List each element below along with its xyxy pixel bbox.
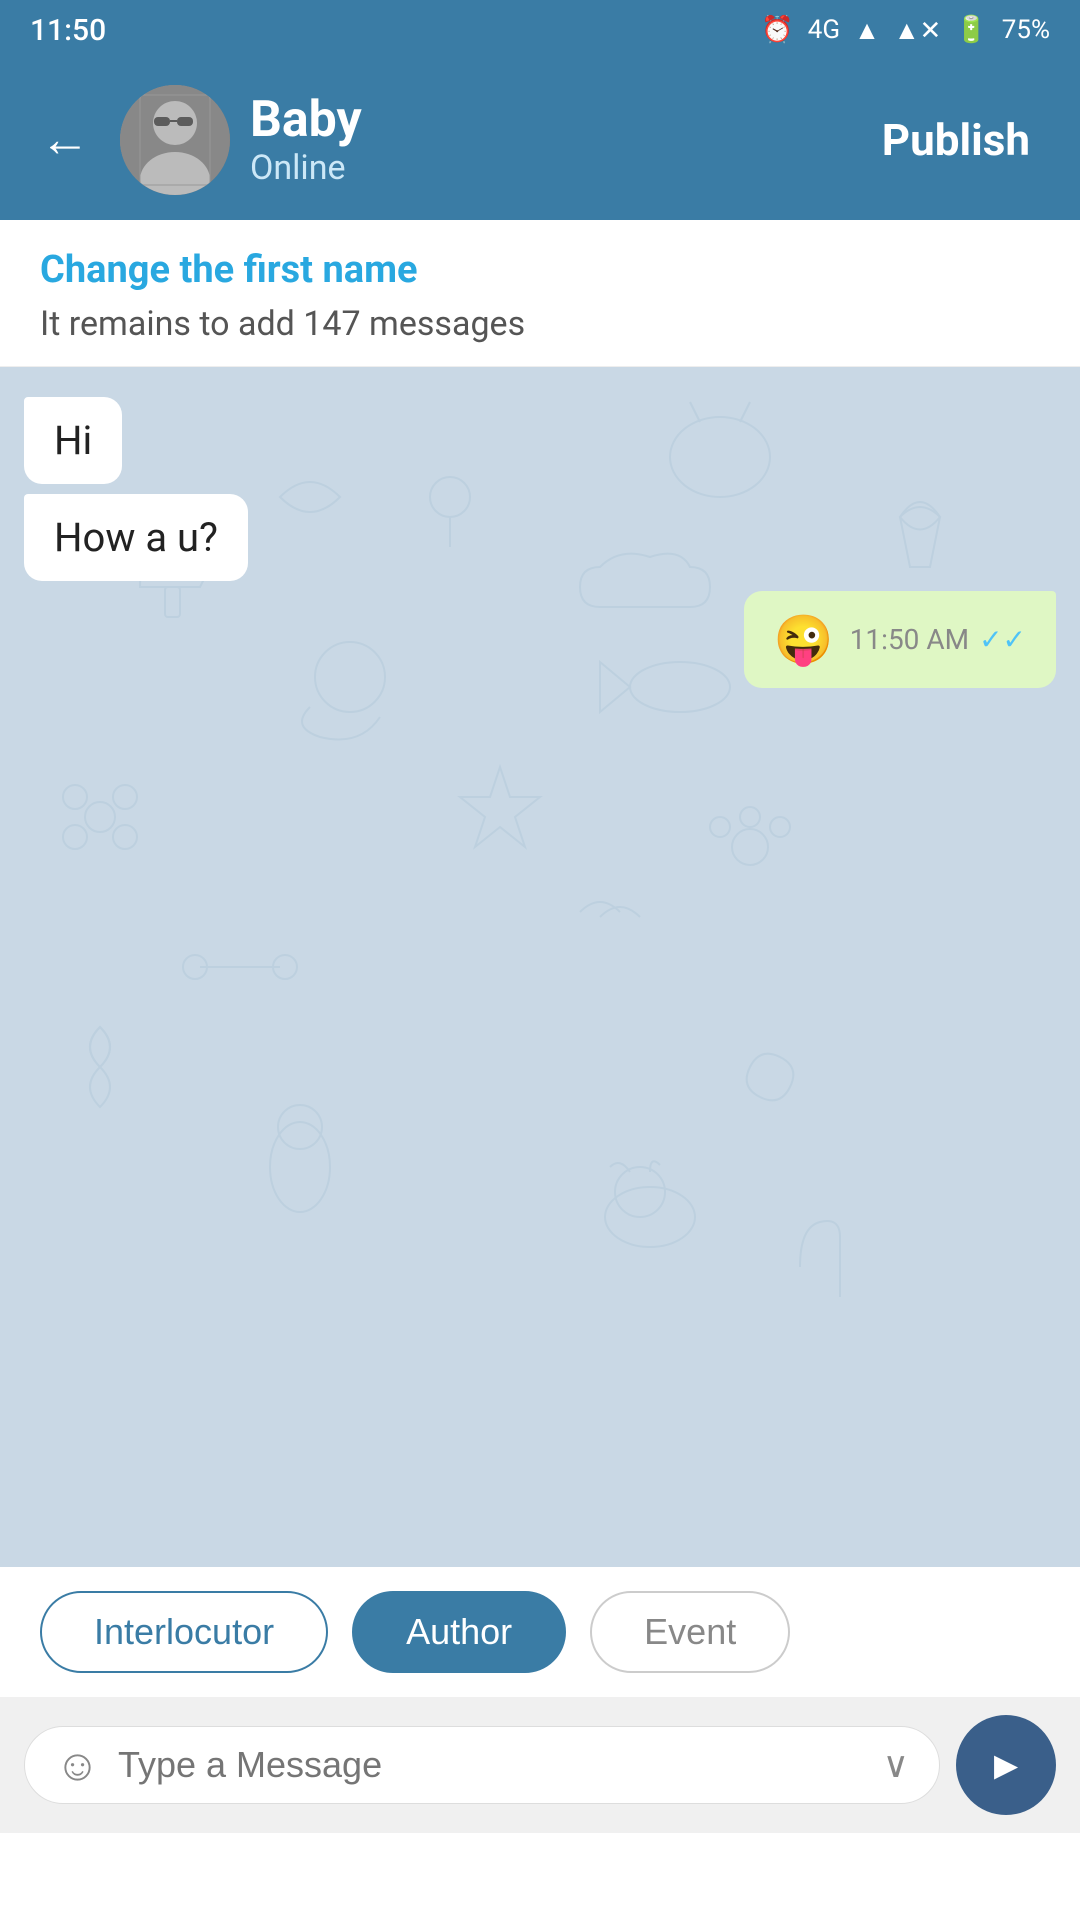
header: ← Baby Online Publish xyxy=(0,60,1080,220)
message-row-2: How a u? xyxy=(24,494,1056,581)
message-ticks-3: ✓✓ xyxy=(979,623,1026,656)
back-button[interactable]: ← xyxy=(30,105,100,175)
header-info: Baby Online xyxy=(250,93,842,188)
send-icon: ► xyxy=(986,1742,1026,1789)
message-emoji-3: 😜 xyxy=(774,611,834,668)
input-bar: ☺ ∨ ► xyxy=(0,1697,1080,1833)
message-bubble-3: 😜 11:50 AM ✓✓ xyxy=(744,591,1056,688)
author-button[interactable]: Author xyxy=(352,1591,566,1673)
chat-area: Hi How a u? 😜 11:50 AM ✓✓ xyxy=(0,367,1080,1567)
input-wrapper: ☺ ∨ xyxy=(24,1726,940,1804)
alarm-icon: ⏰ xyxy=(761,15,793,45)
message-bubble-1: Hi xyxy=(24,397,122,484)
interlocutor-button[interactable]: Interlocutor xyxy=(40,1591,328,1673)
message-text-1: Hi xyxy=(54,417,92,464)
message-row-1: Hi xyxy=(24,397,1056,484)
signal-label: 4G xyxy=(808,15,840,45)
notice-title[interactable]: Change the first name xyxy=(40,248,1040,292)
contact-status: Online xyxy=(250,148,842,188)
status-bar: 11:50 ⏰ 4G ▲ ▲✕ 🔋 75% xyxy=(0,0,1080,60)
emoji-button[interactable]: ☺ xyxy=(55,1739,100,1791)
selector-bar: Interlocutor Author Event xyxy=(0,1567,1080,1697)
message-input[interactable] xyxy=(118,1744,865,1786)
message-row-3: 😜 11:50 AM ✓✓ xyxy=(24,591,1056,688)
messages-container: Hi How a u? 😜 11:50 AM ✓✓ xyxy=(0,367,1080,718)
send-button[interactable]: ► xyxy=(956,1715,1056,1815)
message-meta-3: 11:50 AM ✓✓ xyxy=(850,623,1026,656)
status-icons: ⏰ 4G ▲ ▲✕ 🔋 75% xyxy=(761,15,1050,46)
chevron-down-icon[interactable]: ∨ xyxy=(883,1744,909,1786)
signal-icon: ▲ xyxy=(854,15,880,46)
notice-banner: Change the first name It remains to add … xyxy=(0,220,1080,367)
event-button[interactable]: Event xyxy=(590,1591,790,1673)
message-text-2: How a u? xyxy=(54,514,218,561)
battery-label: 75% xyxy=(1002,15,1050,45)
message-time-3: 11:50 AM xyxy=(850,623,969,656)
status-time: 11:50 xyxy=(30,13,106,48)
message-bubble-2: How a u? xyxy=(24,494,248,581)
avatar xyxy=(120,85,230,195)
battery-icon: 🔋 xyxy=(955,15,987,45)
contact-name: Baby xyxy=(250,93,842,148)
avatar-image xyxy=(120,85,230,195)
publish-button[interactable]: Publish xyxy=(862,104,1050,176)
signal-x-icon: ▲✕ xyxy=(894,15,942,46)
notice-text: It remains to add 147 messages xyxy=(40,304,1040,344)
